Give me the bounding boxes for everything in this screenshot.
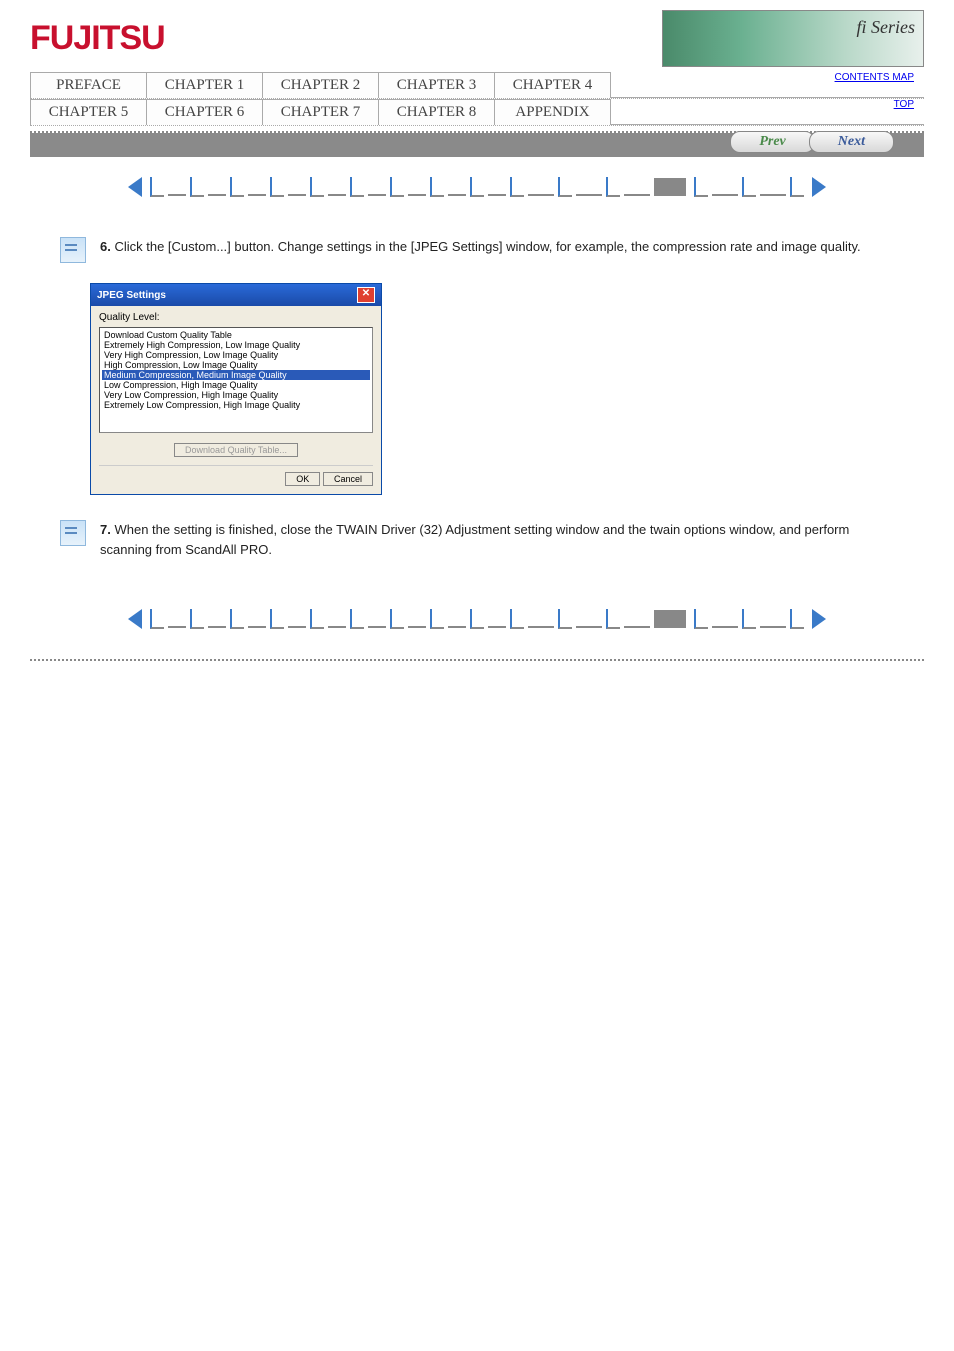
download-quality-table-button: Download Quality Table... — [174, 443, 298, 457]
nav-chapter-2[interactable]: CHAPTER 2 — [262, 72, 379, 98]
slider-tick[interactable] — [390, 609, 404, 629]
nav-preface[interactable]: PREFACE — [30, 72, 147, 98]
step-icon — [60, 520, 86, 546]
slider-tick[interactable] — [790, 609, 804, 629]
slider-current — [654, 178, 686, 196]
slider-tick[interactable] — [470, 177, 484, 197]
nav-chapter-3[interactable]: CHAPTER 3 — [378, 72, 495, 98]
footer-space — [0, 661, 954, 1221]
slider-prev-icon[interactable] — [128, 177, 142, 197]
slider-tick[interactable] — [270, 177, 284, 197]
list-item[interactable]: Low Compression, High Image Quality — [102, 380, 370, 390]
slider-tick[interactable] — [190, 177, 204, 197]
step-icon — [60, 237, 86, 263]
nav-chapter-1[interactable]: CHAPTER 1 — [146, 72, 263, 98]
list-item[interactable]: Very Low Compression, High Image Quality — [102, 390, 370, 400]
slider-tick[interactable] — [694, 177, 708, 197]
step-7-text: 7. When the setting is finished, close t… — [100, 520, 894, 559]
page-slider-top — [30, 177, 924, 197]
close-icon[interactable]: ✕ — [357, 287, 375, 303]
slider-tick[interactable] — [430, 609, 444, 629]
slider-prev-icon[interactable] — [128, 609, 142, 629]
cancel-button[interactable]: Cancel — [323, 472, 373, 486]
fujitsu-logo: FUJITSU — [30, 19, 165, 58]
nav-chapter-5[interactable]: CHAPTER 5 — [30, 99, 147, 125]
nav-chapter-6[interactable]: CHAPTER 6 — [146, 99, 263, 125]
slider-tick[interactable] — [230, 609, 244, 629]
slider-tick[interactable] — [150, 177, 164, 197]
slider-tick[interactable] — [742, 177, 756, 197]
slider-tick[interactable] — [230, 177, 244, 197]
slider-tick[interactable] — [606, 177, 620, 197]
list-item[interactable]: Extremely Low Compression, High Image Qu… — [102, 400, 370, 410]
next-button[interactable]: Next — [809, 131, 894, 153]
nav-chapter-8[interactable]: CHAPTER 8 — [378, 99, 495, 125]
slider-next-icon[interactable] — [812, 609, 826, 629]
slider-next-icon[interactable] — [812, 177, 826, 197]
nav-chapter-4[interactable]: CHAPTER 4 — [494, 72, 611, 98]
slider-tick[interactable] — [350, 609, 364, 629]
slider-tick[interactable] — [558, 609, 572, 629]
nav-appendix[interactable]: APPENDIX — [494, 99, 611, 125]
slider-tick[interactable] — [270, 609, 284, 629]
slider-tick[interactable] — [150, 609, 164, 629]
step-6-text: 6. Click the [Custom...] button. Change … — [100, 237, 861, 263]
page-slider-bottom — [30, 609, 924, 629]
slider-tick[interactable] — [190, 609, 204, 629]
nav-chapter-7[interactable]: CHAPTER 7 — [262, 99, 379, 125]
slider-tick[interactable] — [350, 177, 364, 197]
slider-tick[interactable] — [606, 609, 620, 629]
slider-tick[interactable] — [742, 609, 756, 629]
slider-tick[interactable] — [790, 177, 804, 197]
quality-level-list[interactable]: Download Custom Quality Table Extremely … — [99, 327, 373, 433]
slider-tick[interactable] — [430, 177, 444, 197]
list-item-selected[interactable]: Medium Compression, Medium Image Quality — [102, 370, 370, 380]
jpeg-settings-dialog: JPEG Settings ✕ Quality Level: Download … — [90, 283, 382, 495]
slider-tick[interactable] — [470, 609, 484, 629]
dialog-title: JPEG Settings — [97, 290, 166, 301]
link-top[interactable]: TOP — [894, 99, 914, 110]
list-item[interactable]: High Compression, Low Image Quality — [102, 360, 370, 370]
list-item[interactable]: Extremely High Compression, Low Image Qu… — [102, 340, 370, 350]
slider-tick[interactable] — [390, 177, 404, 197]
quality-level-label: Quality Level: — [99, 312, 373, 323]
list-item[interactable]: Very High Compression, Low Image Quality — [102, 350, 370, 360]
slider-tick[interactable] — [510, 609, 524, 629]
slider-tick[interactable] — [310, 609, 324, 629]
prev-button[interactable]: Prev — [730, 131, 814, 153]
title-bar: Prev Next — [30, 133, 924, 157]
slider-tick[interactable] — [310, 177, 324, 197]
list-item[interactable]: Download Custom Quality Table — [102, 330, 370, 340]
fi-series-banner: fi Series — [662, 10, 924, 67]
slider-tick[interactable] — [694, 609, 708, 629]
slider-tick[interactable] — [558, 177, 572, 197]
ok-button[interactable]: OK — [285, 472, 320, 486]
slider-current — [654, 610, 686, 628]
slider-tick[interactable] — [510, 177, 524, 197]
link-contents-map[interactable]: CONTENTS MAP — [835, 72, 914, 83]
banner-text: fi Series — [857, 17, 916, 38]
